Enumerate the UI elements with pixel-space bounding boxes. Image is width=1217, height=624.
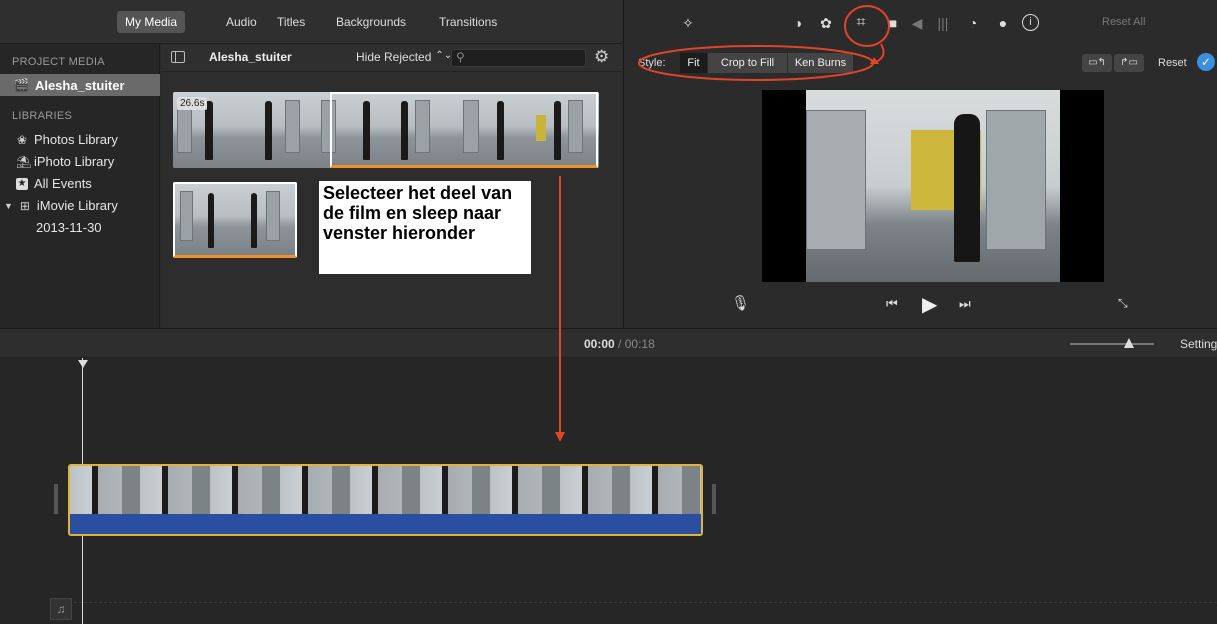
audio-waveform-band [70, 514, 701, 534]
sidebar-item-event-date[interactable]: 2013-11-30 [36, 220, 102, 235]
duration-badge: 26.6s [177, 97, 208, 110]
rotate-right-button[interactable]: ↱▭ [1114, 54, 1144, 72]
sidebar-item-imovie-library[interactable]: ▼ ⊞ iMovie Library [4, 198, 118, 213]
style-label: Style: [638, 57, 666, 69]
volume-icon[interactable]: ◀ [908, 14, 926, 32]
clip-trim-handle-right[interactable] [712, 484, 716, 514]
photos-icon: ❀ [16, 132, 28, 147]
timeline-area: ♫ [0, 358, 1217, 624]
settings-button[interactable]: Settings [1180, 337, 1217, 351]
sidebar-item-label: 2013-11-30 [36, 220, 102, 235]
sidebar-item-label: iPhoto Library [34, 154, 115, 169]
color-palette-icon[interactable]: ✿ [817, 14, 835, 32]
clip-thumbnail[interactable] [173, 182, 297, 258]
search-icon: ⚲ [456, 50, 465, 64]
filter-icon[interactable]: ● [994, 14, 1012, 32]
sidebar-item-all-events[interactable]: ★ All Events [16, 176, 92, 191]
clapper-icon: 🎬 [14, 78, 29, 92]
media-browser-header: Alesha_stuiter Hide Rejected ⌃⌄ ⚲ ⚙ [161, 44, 622, 72]
tab-audio[interactable]: Audio [218, 11, 265, 33]
style-fit-button[interactable]: Fit [680, 53, 708, 73]
zoom-slider-knob[interactable] [1124, 338, 1134, 348]
sidebar-item-iphoto-library[interactable]: ⛱ iPhoto Library [16, 154, 114, 169]
disclosure-triangle-icon[interactable]: ▼ [4, 201, 13, 211]
play-icon[interactable]: ▶ [922, 292, 937, 317]
library-sidebar: PROJECT MEDIA 🎬 Alesha_stuiter LIBRARIES… [0, 44, 160, 328]
camera-stabilization-icon[interactable]: ■ [884, 14, 902, 32]
style-ken-burns-button[interactable]: Ken Burns [788, 53, 854, 73]
music-track-lane[interactable] [74, 602, 1217, 603]
skip-back-icon[interactable]: ⏮ [886, 296, 898, 312]
style-crop-to-fill-button[interactable]: Crop to Fill [708, 53, 788, 73]
person-figure [954, 114, 980, 262]
clip-thumbnail-strip[interactable]: 26.6s [173, 92, 599, 168]
zoom-slider[interactable] [1070, 338, 1154, 348]
clip-trim-handle-left[interactable] [54, 484, 58, 514]
tab-transitions[interactable]: Transitions [431, 11, 505, 33]
sidebar-toggle-icon[interactable] [171, 51, 185, 63]
timecode: 00:00 / 00:18 [584, 337, 655, 351]
sidebar-item-label: Alesha_stuiter [34, 77, 125, 93]
timeline-toolbar: 00:00 / 00:18 Settings [0, 328, 1217, 358]
sidebar-item-label: All Events [34, 176, 92, 191]
sidebar-item-project[interactable]: 🎬 Alesha_stuiter [0, 74, 160, 96]
viewer-pane: ✧ ◑ ✿ ⌗ ■ ◀ ||| ◔ ● i Reset All Style: F… [623, 0, 1217, 328]
sidebar-item-photos-library[interactable]: ❀ Photos Library [16, 132, 118, 147]
crop-icon[interactable]: ⌗ [852, 14, 870, 32]
search-input[interactable]: ⚲ [451, 49, 586, 67]
clip-selection[interactable] [330, 92, 598, 168]
star-icon: ★ [16, 177, 28, 190]
reset-all-button[interactable]: Reset All [1102, 16, 1145, 28]
fullscreen-icon[interactable]: ⤡ [1118, 296, 1128, 311]
speed-icon[interactable]: ◔ [964, 14, 982, 32]
playhead-marker-icon[interactable] [78, 360, 88, 368]
magic-wand-icon[interactable]: ✧ [679, 14, 697, 32]
media-tabs-bar: My Media Audio Titles Backgrounds Transi… [0, 0, 622, 44]
tab-backgrounds[interactable]: Backgrounds [328, 11, 414, 33]
tab-my-media[interactable]: My Media [117, 11, 186, 33]
reset-button[interactable]: Reset [1158, 57, 1187, 69]
total-time: 00:18 [624, 337, 655, 351]
info-icon[interactable]: i [1022, 14, 1039, 31]
instruction-annotation: Selecteer het deel van de film en sleep … [319, 181, 531, 274]
project-media-heading: PROJECT MEDIA [12, 56, 105, 68]
video-preview [762, 90, 1104, 282]
music-track-icon[interactable]: ♫ [50, 598, 72, 620]
sidebar-item-label: Photos Library [34, 132, 118, 147]
imovie-window: My Media Audio Titles Backgrounds Transi… [0, 0, 1217, 624]
libraries-heading: LIBRARIES [12, 110, 73, 122]
time-separator: / [618, 337, 622, 351]
grid-icon: ⊞ [19, 198, 30, 213]
rotate-left-button[interactable]: ▭↰ [1082, 54, 1112, 72]
gear-icon[interactable]: ⚙ [594, 47, 609, 67]
timeline-clip[interactable] [68, 464, 703, 536]
select-arrows-icon: ⌃⌄ [435, 50, 453, 61]
sidebar-item-label: iMovie Library [36, 198, 118, 213]
tab-titles[interactable]: Titles [269, 11, 313, 33]
skip-forward-icon[interactable]: ⏭ [959, 296, 971, 312]
equalizer-icon[interactable]: ||| [934, 14, 952, 32]
current-time: 00:00 [584, 337, 615, 351]
iphoto-icon: ⛱ [16, 154, 32, 169]
event-title: Alesha_stuiter [209, 50, 292, 64]
checkmark-icon[interactable]: ✓ [1197, 53, 1215, 71]
microphone-icon[interactable]: 🎙 [731, 294, 750, 312]
filter-select[interactable]: Hide Rejected ⌃⌄ [356, 50, 452, 64]
color-balance-icon[interactable]: ◑ [789, 14, 807, 32]
filter-label: Hide Rejected [356, 50, 432, 64]
